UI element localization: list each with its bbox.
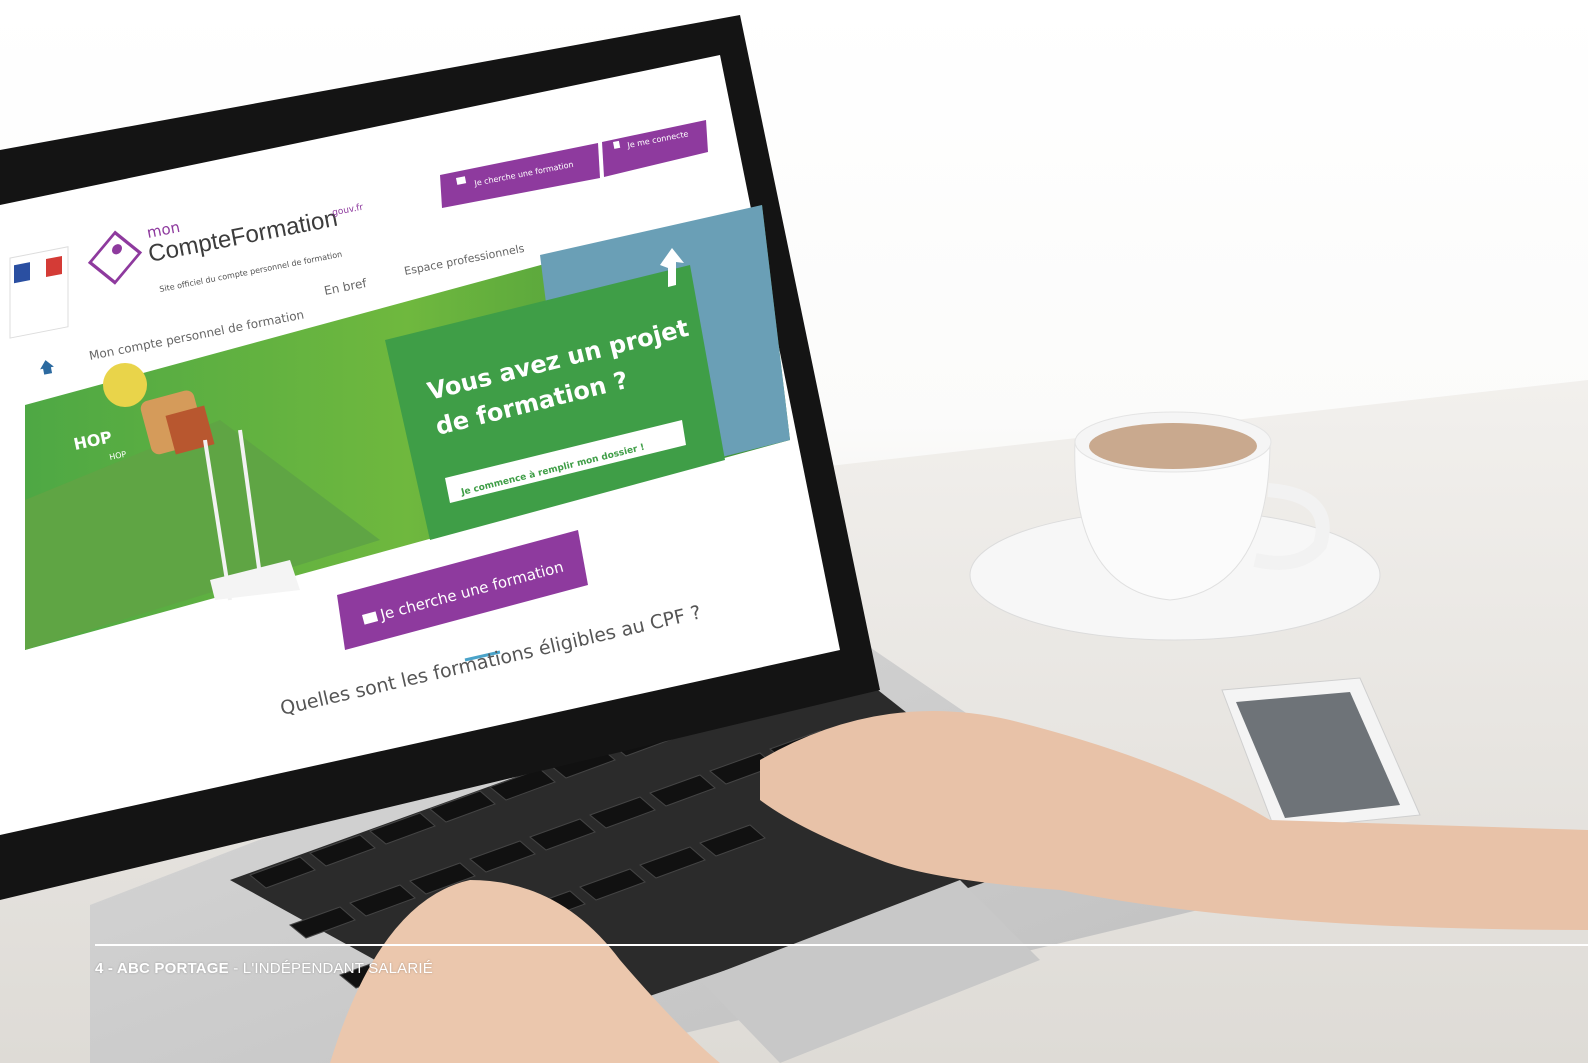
coffee — [1089, 423, 1257, 469]
page-footer: 4 - ABC PORTAGE - L'INDÉPENDANT SALARIÉ — [95, 960, 433, 977]
footer-subtitle: - L'INDÉPENDANT SALARIÉ — [228, 960, 433, 977]
footer-rule — [95, 944, 1588, 946]
photo-scene: mon CompteFormation .gouv.fr Site offici… — [0, 0, 1588, 1063]
footer-brand: ABC PORTAGE — [116, 960, 229, 977]
laptop-illustration: mon CompteFormation .gouv.fr Site offici… — [0, 15, 1588, 1063]
footer-page-number: 4 - — [95, 960, 117, 977]
